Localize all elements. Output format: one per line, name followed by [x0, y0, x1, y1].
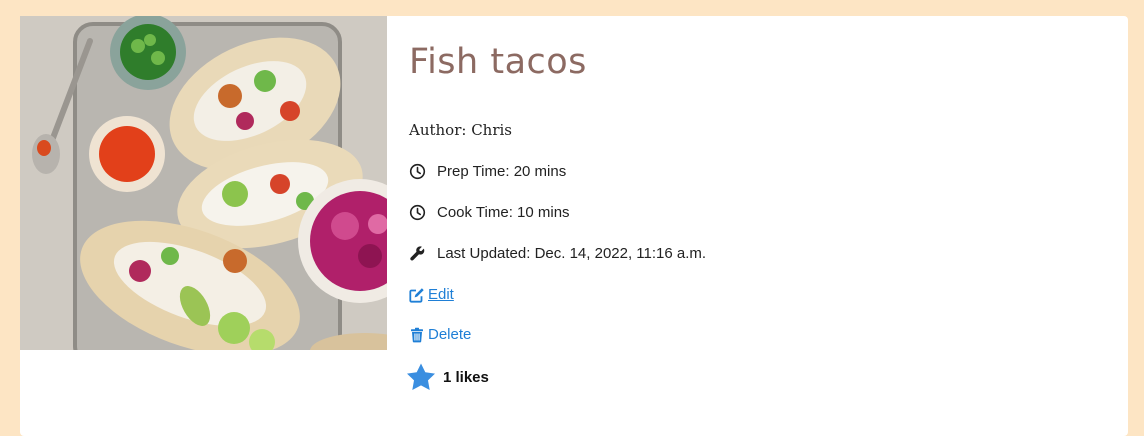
edit-link[interactable]: Edit — [409, 286, 454, 303]
cook-time-row: Cook Time: 10 mins — [409, 204, 570, 221]
prep-time-label: Prep Time: 20 mins — [437, 163, 567, 180]
wrench-icon — [409, 245, 426, 262]
likes-row: 1 likes — [405, 362, 489, 392]
fish-tacos-image — [20, 16, 387, 350]
recipe-photo — [20, 16, 387, 350]
recipe-author: Author: Chris — [409, 121, 513, 139]
clock-icon — [409, 163, 426, 180]
last-updated-row: Last Updated: Dec. 14, 2022, 11:16 a.m. — [409, 245, 706, 262]
cook-time-label: Cook Time: 10 mins — [437, 204, 570, 221]
last-updated-label: Last Updated: Dec. 14, 2022, 11:16 a.m. — [437, 245, 707, 262]
delete-link[interactable]: Delete — [409, 326, 471, 343]
prep-time-row: Prep Time: 20 mins — [409, 163, 566, 180]
clock-icon — [409, 204, 426, 221]
edit-icon — [409, 287, 425, 303]
star-icon[interactable] — [405, 362, 437, 392]
edit-label: Edit — [428, 286, 454, 303]
recipe-title: Fish tacos — [409, 42, 587, 82]
trash-icon — [409, 327, 425, 343]
recipe-card: Fish tacos Author: Chris Prep Time: 20 m… — [20, 16, 1128, 436]
delete-label: Delete — [428, 326, 472, 343]
likes-count: 1 likes — [443, 368, 489, 386]
